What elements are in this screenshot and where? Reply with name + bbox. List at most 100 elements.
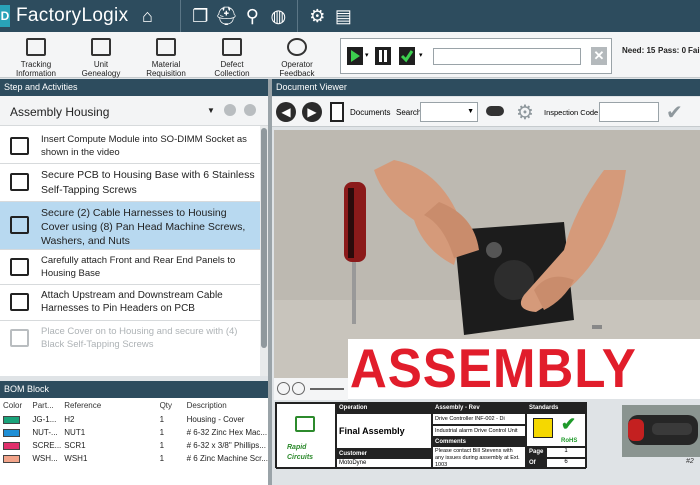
documents-label[interactable]: Documents — [350, 108, 390, 117]
defect-collection-button[interactable]: Defect Collection — [203, 38, 261, 78]
qty-cell: 1 — [159, 415, 165, 424]
checkmark-icon[interactable] — [399, 47, 415, 65]
pause-icon[interactable] — [375, 47, 391, 65]
forward-icon[interactable]: ▶ — [302, 102, 322, 122]
need-count: Need: 15 — [622, 46, 656, 55]
clear-button[interactable]: ✕ — [591, 47, 607, 65]
assembly-rev-line1: Drive Controller INF-002 - Di — [432, 413, 526, 425]
company-name-line2: Circuits — [287, 454, 314, 461]
product-thumbnail[interactable] — [622, 405, 700, 457]
gear-icon[interactable]: ⚙ — [516, 100, 534, 125]
top-bar: D FactoryLogix ⌂ ❐ ⛑ ⚲ ◍ ⚙ ▤ — [0, 0, 700, 32]
step-item[interactable]: Attach Upstream and Downstream Cable Har… — [0, 285, 260, 321]
document-icon[interactable]: ▤ — [330, 3, 356, 29]
search-select[interactable]: ▼ — [420, 102, 478, 122]
of-label: Of — [526, 458, 546, 469]
part-cell: JG-1... — [32, 415, 57, 424]
chevron-down-icon[interactable]: ▾ — [419, 51, 423, 59]
next-icon[interactable] — [244, 104, 256, 116]
production-control-box: ▾ ▾ ✕ — [340, 38, 612, 74]
column-header[interactable]: Description — [184, 398, 268, 413]
ribbon-label: Unit Genealogy — [81, 60, 121, 78]
step-icon — [10, 173, 29, 191]
column-header[interactable]: Reference — [61, 398, 156, 413]
qty-cell: 1 — [159, 454, 165, 463]
scrollbar-thumb[interactable] — [261, 128, 267, 348]
table-row[interactable]: NUT-... NUT1 1 # 6-32 Zinc Hex Mac... — [0, 426, 268, 439]
previous-icon[interactable] — [224, 104, 236, 116]
color-swatch — [3, 454, 20, 463]
column-header[interactable]: Color — [0, 398, 29, 413]
operation-value: Final Assembly — [336, 413, 432, 449]
steps-panel-header: Step and Activities — [0, 79, 268, 96]
reference-cell: H2 — [64, 415, 75, 424]
hardhat-icon[interactable]: ⛑ — [213, 3, 239, 29]
location-pin-icon[interactable]: ⚲ — [239, 3, 265, 29]
esd-warning-icon — [533, 418, 553, 438]
comments-value: Please contact Bill Stevens with any iss… — [432, 446, 526, 469]
chevron-down-icon[interactable]: ▼ — [207, 106, 215, 115]
step-item[interactable]: Carefully attach Front and Rear End Pane… — [0, 250, 260, 285]
step-item[interactable]: Insert Compute Module into SO-DIMM Socke… — [0, 129, 260, 164]
play-icon[interactable] — [277, 382, 290, 395]
calculator-icon — [222, 38, 242, 56]
gear-icon[interactable]: ⚙ — [304, 3, 330, 29]
video-seek-bar[interactable] — [310, 388, 344, 390]
documents-icon[interactable] — [330, 102, 344, 122]
volume-icon[interactable] — [292, 382, 305, 395]
description-cell: # 6 Zinc Machine Scr... — [186, 454, 268, 463]
banner-text: ASSEMBLY — [349, 337, 637, 399]
column-header[interactable]: Qty — [157, 398, 184, 413]
gamepad-icon[interactable] — [486, 106, 504, 116]
step-item-disabled: Place Cover on to Housing and secure wit… — [0, 321, 260, 356]
app-logo: D — [0, 5, 10, 27]
bom-table: Color Part... Reference Qty Description … — [0, 398, 268, 485]
panel-splitter[interactable] — [268, 79, 272, 485]
pass-count: Pass: 0 — [658, 46, 687, 55]
ribbon-label: Tracking Information — [15, 60, 57, 78]
step-item-selected[interactable]: Secure (2) Cable Harnesses to Housing Co… — [0, 202, 260, 250]
tracking-icon — [26, 38, 46, 56]
table-row[interactable]: JG-1... H2 1 Housing - Cover — [0, 413, 268, 426]
unit-genealogy-button[interactable]: Unit Genealogy — [74, 38, 128, 78]
chevron-down-icon[interactable]: ▾ — [365, 51, 369, 59]
company-name-line1: Rapid — [287, 444, 307, 451]
description-cell: # 6-32 x 3/8" Phillips... — [186, 441, 266, 450]
step-icon — [10, 258, 29, 276]
assembly-banner: ASSEMBLY — [348, 339, 700, 399]
play-icon[interactable] — [347, 47, 363, 65]
document-toolbar: ◀ ▶ Documents Search: ▼ ⚙ Inspection Cod… — [272, 97, 700, 127]
ribbon-label: Material Requisition — [146, 60, 186, 78]
check-icon[interactable]: ✔ — [666, 100, 683, 125]
reference-cell: WSH1 — [64, 454, 88, 463]
product-image — [622, 405, 700, 457]
requisition-icon — [156, 38, 176, 56]
part-cell: SCRE... — [32, 441, 62, 450]
operation-header: Operation — [336, 403, 432, 413]
table-header-row: Color Part... Reference Qty Description — [0, 398, 268, 413]
home-icon[interactable]: ⌂ — [134, 3, 160, 29]
table-row[interactable]: WSH... WSH1 1 # 6 Zinc Machine Scr... — [0, 452, 268, 465]
assembly-select[interactable]: Assembly Housing ▼ — [0, 96, 268, 126]
step-item[interactable]: Secure PCB to Housing Base with 6 Stainl… — [0, 164, 260, 202]
app-title: FactoryLogix — [16, 5, 129, 26]
ribbon-label: Defect Collection — [214, 60, 250, 78]
assembly-rev-header: Assembly - Rev — [432, 403, 526, 413]
material-requisition-button[interactable]: Material Requisition — [132, 38, 200, 78]
page-number: 1 — [546, 447, 586, 458]
tracking-information-button[interactable]: Tracking Information — [2, 38, 70, 78]
page-label: Page — [526, 447, 546, 458]
column-header[interactable]: Part... — [29, 398, 61, 413]
windows-icon[interactable]: ❐ — [187, 3, 213, 29]
serial-number-input[interactable] — [433, 48, 581, 65]
assembly-sheet: Rapid Circuits Operation Final Assembly … — [275, 402, 587, 469]
assembly-select-value: Assembly Housing — [10, 105, 110, 119]
rohs-check-icon: ✔ — [561, 414, 577, 434]
table-row[interactable]: SCRE... SCR1 1 # 6-32 x 3/8" Phillips... — [0, 439, 268, 452]
back-icon[interactable]: ◀ — [276, 102, 296, 122]
color-swatch — [3, 441, 20, 450]
inspection-code-input[interactable] — [599, 102, 659, 122]
operator-feedback-button[interactable]: Operator Feedback — [264, 38, 330, 78]
globe-icon[interactable]: ◍ — [265, 3, 291, 29]
steps-scrollbar[interactable] — [260, 126, 268, 376]
